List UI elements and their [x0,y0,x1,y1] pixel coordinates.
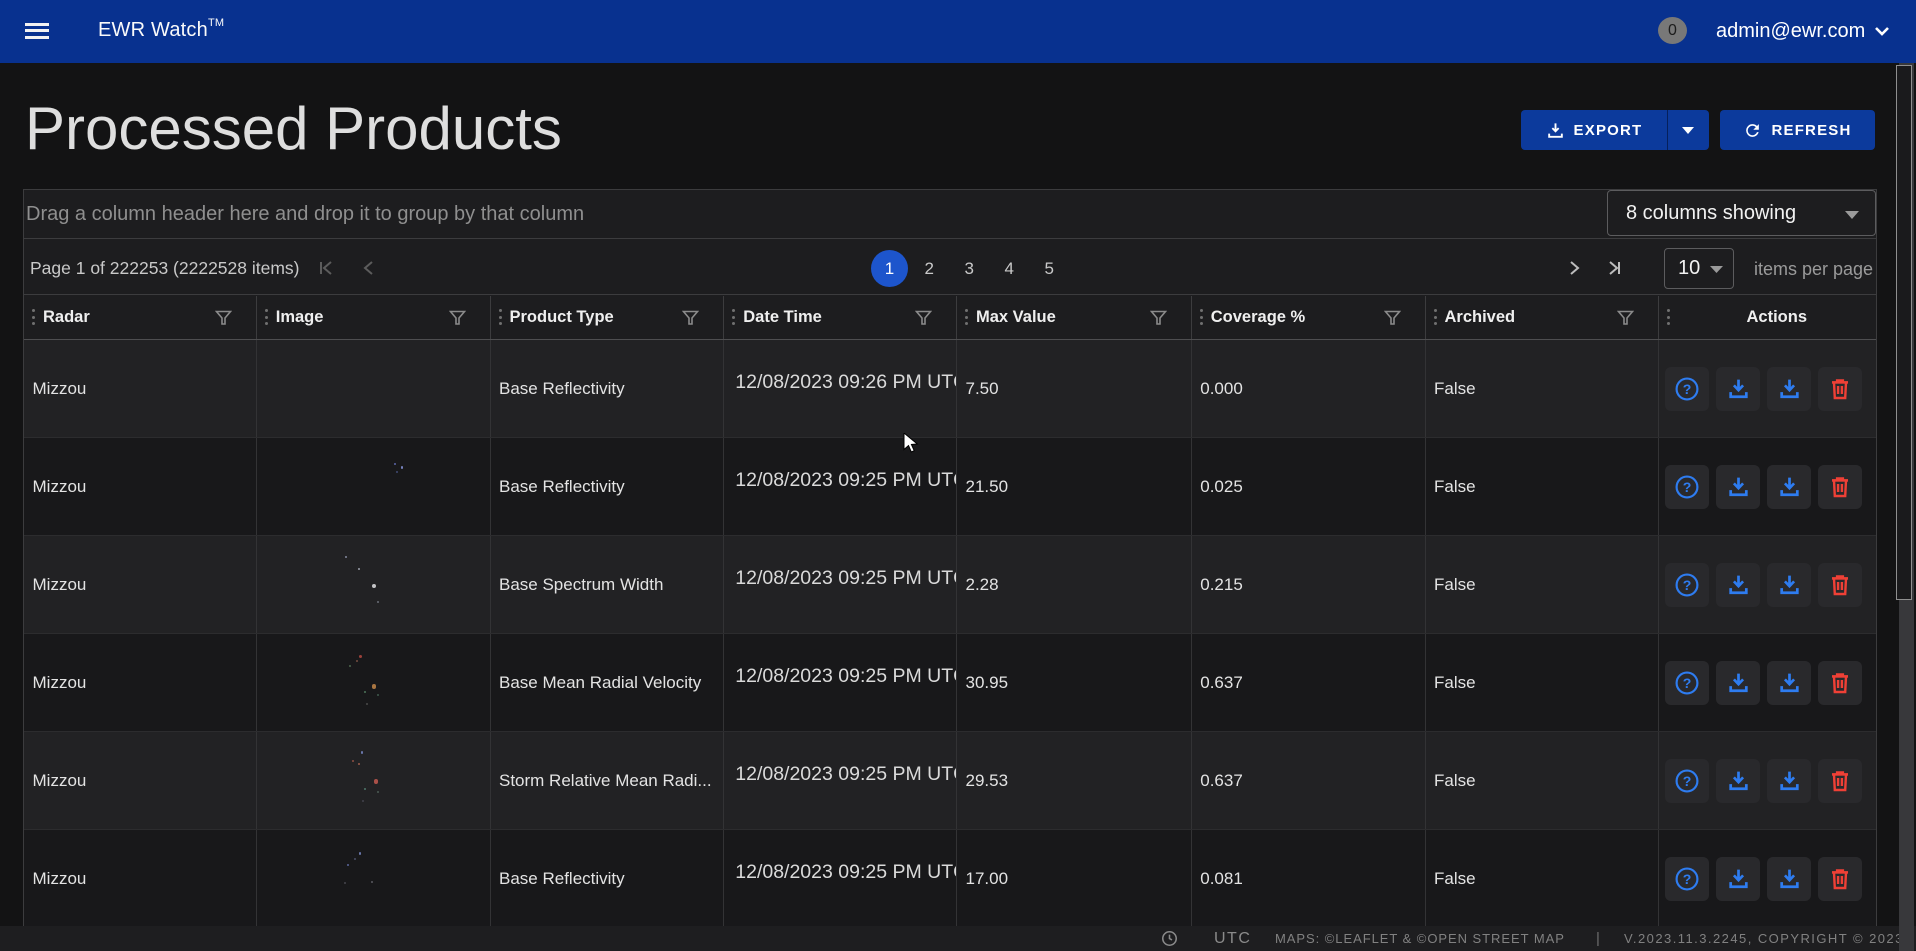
svg-text:?: ? [1683,576,1692,592]
svg-text:?: ? [1683,478,1692,494]
svg-text:?: ? [1683,772,1692,788]
svg-text:?: ? [1683,380,1692,396]
svg-text:?: ? [1683,674,1692,690]
svg-text:?: ? [1683,870,1692,886]
